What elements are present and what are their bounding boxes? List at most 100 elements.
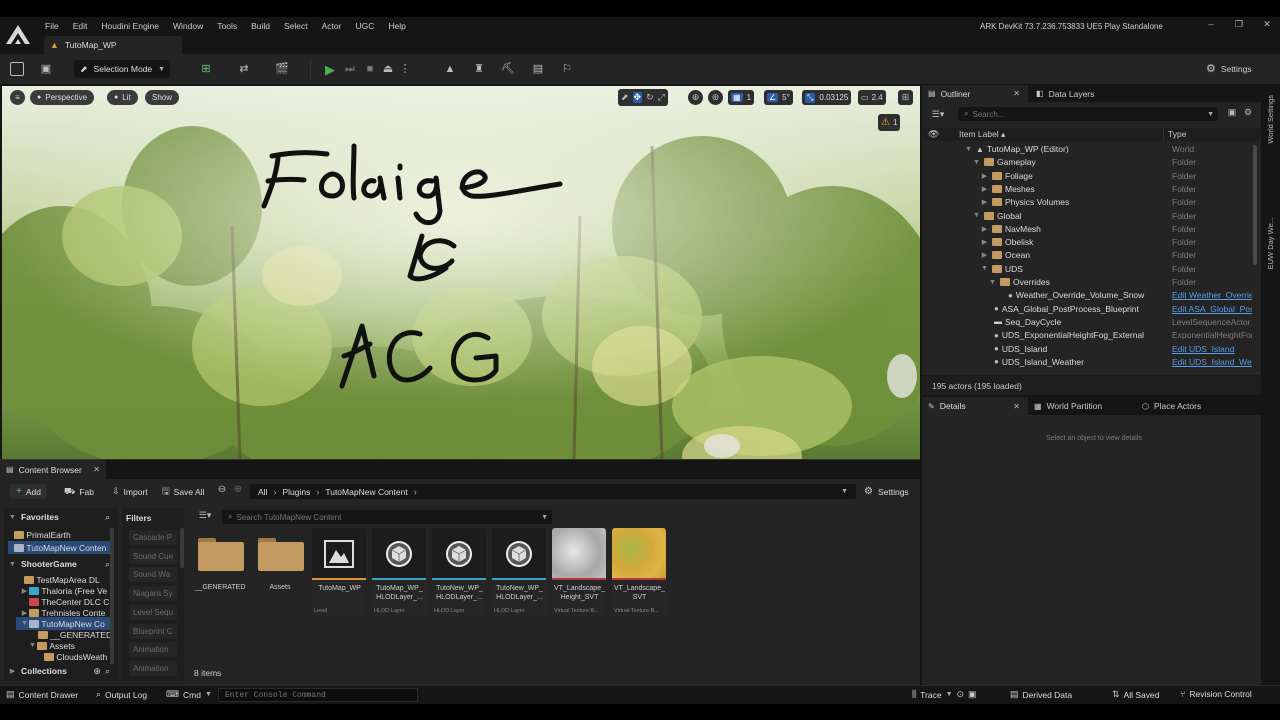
- outliner-item-type[interactable]: Edit ASA_Global_Pos: [1172, 304, 1252, 314]
- outliner-row[interactable]: ▶ Obelisk Folder: [922, 237, 1252, 250]
- cb-settings-button[interactable]: ⚙ Settings: [864, 484, 909, 499]
- world-settings-side-tab[interactable]: World Settings: [1263, 95, 1277, 175]
- outliner-row[interactable]: ▶ Foliage Folder: [922, 171, 1252, 184]
- level-tab[interactable]: ▲ TutoMap_WP: [44, 36, 182, 54]
- cinematics-icon[interactable]: 🎬: [270, 61, 294, 77]
- asset-search-input[interactable]: [236, 512, 527, 522]
- surface-snap-icon[interactable]: ⊛: [708, 90, 723, 105]
- tab-details[interactable]: ✎ Details ✕: [922, 397, 1028, 415]
- play-icon[interactable]: ▶: [322, 61, 338, 77]
- close-icon[interactable]: ✕: [1013, 89, 1020, 98]
- revision-control-button[interactable]: ⑂ Revision Control: [1180, 689, 1252, 699]
- screenshot-icon[interactable]: ▣: [968, 689, 977, 700]
- eye-icon[interactable]: 👁: [928, 129, 939, 140]
- add-actor-icon[interactable]: ⊞: [196, 61, 216, 77]
- breadcrumb-tutomapnew[interactable]: TutoMapNew Content: [325, 487, 407, 497]
- show-button[interactable]: Show: [145, 90, 180, 105]
- chevron-down-icon[interactable]: ▼: [988, 279, 997, 286]
- outliner-search-input[interactable]: [972, 109, 1193, 119]
- perspective-button[interactable]: ● Perspective: [30, 90, 95, 105]
- chevron-right-icon[interactable]: ▶: [980, 225, 989, 233]
- content-drawer-button[interactable]: ▤ Content Drawer: [6, 689, 78, 700]
- world-local-icon[interactable]: ⊕: [688, 90, 703, 105]
- outliner-row[interactable]: ● ASA_Global_PostProcess_Blueprint Edit AS…: [922, 304, 1252, 317]
- camera-speed[interactable]: ▭ 2.4: [858, 90, 886, 105]
- asset-search[interactable]: ⌕ ▼: [222, 510, 552, 524]
- all-saved-button[interactable]: ⇅ All Saved: [1112, 689, 1159, 700]
- chevron-down-icon[interactable]: ▼: [972, 212, 981, 219]
- history-back-icon[interactable]: ⊖: [216, 485, 228, 495]
- maximize-button[interactable]: ❐: [1232, 20, 1246, 29]
- outliner-row[interactable]: ▼ Gameplay Folder: [922, 157, 1252, 170]
- lit-button[interactable]: ● Lit: [107, 90, 138, 105]
- chevron-right-icon[interactable]: ▶: [980, 172, 989, 180]
- menu-file[interactable]: File: [38, 21, 66, 31]
- asset-tile[interactable]: TutoNew_WP_HLODLayer_... HLOD Layer: [432, 528, 486, 616]
- chevron-down-icon[interactable]: ▼: [980, 265, 989, 272]
- outliner-row[interactable]: ▼ Overrides Folder: [922, 277, 1252, 290]
- add-folder-icon[interactable]: ▣: [1226, 108, 1238, 117]
- menu-houdini-engine[interactable]: Houdini Engine: [94, 21, 166, 31]
- outliner-row[interactable]: ▼ UDS Folder: [922, 264, 1252, 277]
- outliner-item-type[interactable]: Edit UDS_Island: [1172, 344, 1252, 354]
- select-tool-icon[interactable]: ⬈: [621, 93, 629, 102]
- breadcrumb-plugins[interactable]: Plugins: [282, 487, 310, 497]
- maximize-viewport-icon[interactable]: ⊞: [898, 90, 913, 105]
- filter-chip[interactable]: Animation: [129, 660, 177, 676]
- tab-content-browser[interactable]: ▤ Content Browser ✕: [0, 460, 106, 479]
- asset-tile[interactable]: TutoNew_WP_HLODLayer_... HLOD Layer: [492, 528, 546, 616]
- menu-select[interactable]: Select: [277, 21, 315, 31]
- filter-chip[interactable]: Sound Wa: [129, 567, 177, 583]
- outliner-scrollbar[interactable]: [1253, 145, 1257, 265]
- toolbar-settings-button[interactable]: ⚙ Settings: [1206, 62, 1252, 75]
- col-item-label[interactable]: Item Label ▴: [959, 129, 1005, 140]
- collections-section[interactable]: ▶ Collections ⊕ ⌕: [4, 664, 118, 678]
- rotation-snap[interactable]: ∠ 5°: [764, 90, 793, 105]
- step-icon[interactable]: ⏭: [342, 61, 358, 77]
- outliner-item-type[interactable]: Edit Weather_Overrie: [1172, 290, 1252, 300]
- warning-badge[interactable]: ⚠ 1: [878, 114, 901, 131]
- outliner-row[interactable]: ● UDS_Island_Weather Edit UDS_Island_Wea: [922, 357, 1252, 370]
- euw-side-tab[interactable]: EUW Day We...: [1263, 217, 1277, 277]
- filter-icon[interactable]: ☰▾: [928, 108, 948, 120]
- record-icon[interactable]: ⊙: [957, 689, 965, 700]
- outliner-row[interactable]: ▶ Physics Volumes Folder: [922, 197, 1252, 210]
- console-input[interactable]: [218, 688, 418, 702]
- translate-tool-icon[interactable]: ✥: [632, 92, 643, 103]
- search-icon[interactable]: ⌕: [105, 666, 110, 677]
- tab-world-partition[interactable]: ▦ World Partition: [1034, 397, 1102, 415]
- search-icon[interactable]: ⌕: [105, 512, 110, 523]
- breadcrumb-all[interactable]: All: [258, 487, 267, 497]
- sources-scrollbar[interactable]: [110, 528, 114, 678]
- close-icon[interactable]: ✕: [1013, 402, 1020, 411]
- outliner-row[interactable]: ● UDS_ExponentialHeightFog_External Expone…: [922, 330, 1252, 343]
- outliner-row[interactable]: ▼ Global Folder: [922, 211, 1252, 224]
- asset-tile[interactable]: VT_Landscape_Height_SVT Virtual Texture B…: [552, 528, 606, 616]
- tab-place-actors[interactable]: ⬡ Place Actors: [1142, 397, 1201, 415]
- output-log-button[interactable]: ⌕ Output Log: [96, 689, 147, 700]
- tab-outliner[interactable]: ▤ Outliner ✕: [922, 85, 1028, 102]
- menu-ugc[interactable]: UGC: [348, 21, 381, 31]
- chevron-down-icon[interactable]: ▼: [964, 146, 973, 153]
- favorite-tutomapnew[interactable]: TutoMapNew Conten: [8, 541, 112, 554]
- asset-filter-icon[interactable]: ☰▾: [194, 511, 216, 520]
- asset-folder[interactable]: Assets: [256, 538, 306, 608]
- add-collection-icon[interactable]: ⊕: [93, 666, 101, 677]
- filter-chip[interactable]: Cascade P: [129, 530, 177, 545]
- grid-snap[interactable]: ▦ 1: [728, 90, 755, 105]
- chevron-right-icon[interactable]: ▶: [980, 251, 989, 259]
- close-icon[interactable]: ✕: [93, 465, 100, 474]
- platforms-icon[interactable]: ▲: [442, 61, 458, 77]
- save-icon[interactable]: [10, 62, 24, 76]
- asset-tile[interactable]: VT_Landscape_SVT Virtual Texture B...: [612, 528, 666, 616]
- scale-tool-icon[interactable]: ⤢: [658, 93, 665, 102]
- outliner-row[interactable]: ▬ Seq_DayCycle LevelSequenceActor: [922, 317, 1252, 330]
- menu-help[interactable]: Help: [381, 21, 412, 31]
- viewport-menu-icon[interactable]: ≡: [10, 90, 25, 105]
- tab-data-layers[interactable]: ◧ Data Layers: [1032, 85, 1094, 102]
- derived-data-button[interactable]: ▤ Derived Data: [1010, 689, 1072, 700]
- filter-chip[interactable]: Blueprint C: [129, 623, 177, 639]
- cmd-dropdown[interactable]: ⌨ Cmd ▼: [166, 689, 212, 700]
- asset-tile[interactable]: TutoMap_WP Level: [312, 528, 366, 616]
- menu-actor[interactable]: Actor: [315, 21, 349, 31]
